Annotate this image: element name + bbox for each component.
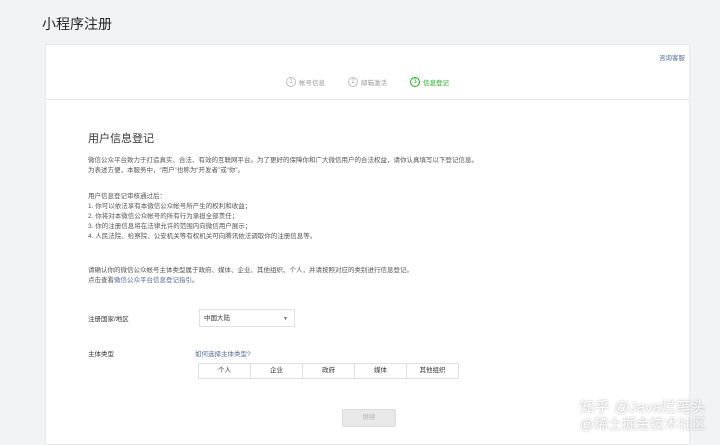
type-label: 主体类型 [88, 351, 114, 358]
type-option-media[interactable]: 媒体 [355, 364, 407, 378]
rights-heading: 用户信息登记审核通过后： [88, 193, 166, 200]
page-title: 小程序注册 [42, 16, 112, 32]
intro-line-2: 为表述方便，本服务中，“用户”也称为“开发者”或“你”。 [88, 167, 244, 174]
divider [46, 99, 689, 100]
confirm-text: 请确认你的微信公众帐号主体类型属于政府、媒体、企业、其他组织、个人，并请按照对应… [88, 266, 413, 286]
type-option-government[interactable]: 政府 [303, 364, 355, 378]
rights-item: 2. 你将对本微信公众帐号的所有行为承担全部责任； [88, 213, 239, 220]
rights-item: 3. 你的注册信息将在法律允许的范围内向微信用户展示； [88, 223, 252, 230]
help-link[interactable]: 咨询客服 [659, 52, 685, 62]
step-account-info: 1 帐号信息 [286, 77, 325, 87]
guide-link[interactable]: 微信公众平台信息登记指引 [114, 277, 192, 284]
step-label: 帐号信息 [299, 80, 325, 87]
step-number: 2 [348, 77, 358, 87]
confirm-line-2: 点击查看微信公众平台信息登记指引。 [88, 276, 413, 286]
confirm-suffix: 。 [192, 277, 199, 284]
step-number: 1 [286, 77, 296, 87]
intro-text: 微信公众平台致力于打造真实、合法、有效的互联网平台。为了更好的保障你和广大微信用… [88, 156, 478, 176]
step-info-registration: 3 信息登记 [410, 77, 449, 87]
rights-text: 用户信息登记审核通过后： 1. 你可以依法享有本微信公众帐号所产生的权利和收益；… [88, 192, 316, 242]
entity-type-group: 个人 企业 政府 媒体 其他组织 [198, 363, 459, 379]
step-email-activation: 2 邮箱激活 [348, 77, 387, 87]
step-number: 3 [410, 77, 420, 87]
region-label: 注册国家/地区 [88, 316, 129, 323]
chevron-down-icon: ▼ [283, 316, 288, 322]
type-option-enterprise[interactable]: 企业 [251, 364, 303, 378]
region-select[interactable]: 中国大陆 ▼ [199, 309, 295, 327]
step-label: 信息登记 [423, 80, 449, 87]
registration-card: 咨询客服 1 帐号信息 2 邮箱激活 3 信息登记 用户信息登记 微信公众平台致… [45, 44, 690, 445]
step-label: 邮箱激活 [361, 80, 387, 87]
confirm-prefix: 点击查看 [88, 277, 114, 284]
intro-line-1: 微信公众平台致力于打造真实、合法、有效的互联网平台。为了更好的保障你和广大微信用… [88, 157, 478, 164]
confirm-line-1: 请确认你的微信公众帐号主体类型属于政府、媒体、企业、其他组织、个人，并请按照对应… [88, 267, 413, 274]
rights-item: 1. 你可以依法享有本微信公众帐号所产生的权利和收益； [88, 203, 252, 210]
type-option-other[interactable]: 其他组织 [407, 364, 458, 378]
watermark-juejin: @稀土掘金技术社区 [579, 416, 706, 432]
type-help-link[interactable]: 如何选择主体类型? [195, 348, 251, 358]
rights-item: 4. 人民法院、检察院、公安机关等有权机关可向腾讯依法调取你的注册信息等。 [88, 233, 317, 240]
continue-button[interactable]: 继续 [342, 409, 396, 427]
section-title: 用户信息登记 [88, 133, 154, 145]
region-value: 中国大陆 [204, 315, 230, 322]
step-indicator: 1 帐号信息 2 邮箱激活 3 信息登记 [46, 77, 689, 87]
type-option-personal[interactable]: 个人 [199, 364, 251, 378]
